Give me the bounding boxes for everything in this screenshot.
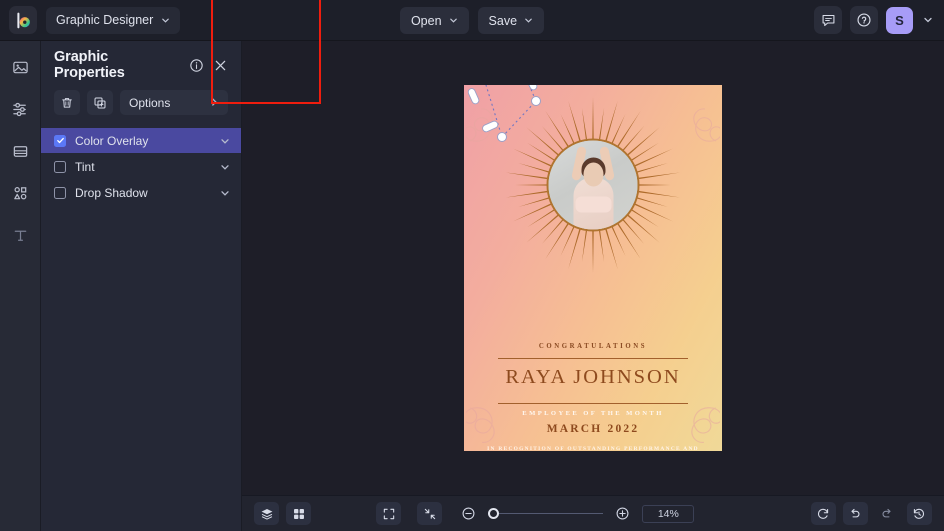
top-right-actions: S	[814, 6, 935, 34]
effects-list: Color Overlay Tint Drop Shadow	[41, 128, 241, 205]
poster-document[interactable]: CONGRATULATIONS RAYA JOHNSON EMPLOYEE OF…	[464, 85, 722, 451]
options-label: Options	[129, 95, 171, 110]
divider-bottom	[498, 403, 688, 404]
app-root: Graphic Designer Open Save S Graphic Pro…	[0, 0, 944, 531]
page-title: Graphic Properties	[54, 49, 125, 81]
fullscreen-icon[interactable]	[376, 502, 402, 525]
trash-icon[interactable]	[54, 90, 80, 115]
shapes-icon	[13, 186, 26, 199]
info-icon[interactable]	[189, 58, 204, 73]
brand-logo[interactable]	[9, 6, 37, 34]
effect-label: Drop Shadow	[75, 185, 148, 200]
open-label: Open	[410, 13, 442, 28]
panel-toolbar: Options	[41, 77, 241, 115]
avatar-menu-chevron[interactable]	[921, 15, 935, 25]
effect-label: Tint	[75, 159, 95, 174]
chevron-down-icon	[162, 18, 170, 23]
zoom-controls: 14%	[376, 502, 695, 525]
portrait-photo[interactable]	[546, 138, 640, 232]
award-note-text[interactable]: IN RECOGNITION OF OUTSTANDING PERFORMANC…	[464, 445, 722, 451]
zoom-level-value: 14%	[657, 507, 679, 520]
layout-icon	[13, 145, 27, 157]
avatar[interactable]: S	[886, 6, 913, 34]
bottom-toolbar: 14%	[242, 495, 944, 531]
app-name: Graphic Designer	[56, 13, 154, 27]
chevron-right-icon	[209, 96, 219, 110]
adjustments-icon	[12, 102, 26, 116]
undo-icon[interactable]	[842, 502, 868, 525]
zoom-slider-handle[interactable]	[488, 508, 500, 519]
checkbox-drop-shadow[interactable]	[54, 186, 66, 199]
checkbox-color-overlay[interactable]	[54, 134, 66, 147]
check-icon	[56, 137, 64, 144]
app-switcher[interactable]: Graphic Designer	[46, 6, 181, 34]
options-button[interactable]: Options	[120, 90, 228, 115]
rail-item-layout[interactable]	[6, 137, 34, 165]
duplicate-icon[interactable]	[87, 90, 113, 115]
image-icon	[12, 61, 28, 73]
top-toolbar: Graphic Designer Open Save S	[0, 0, 944, 41]
fit-to-screen-icon[interactable]	[417, 502, 443, 525]
award-date-text[interactable]: MARCH 2022	[464, 423, 722, 435]
poster-content: CONGRATULATIONS RAYA JOHNSON EMPLOYEE OF…	[464, 85, 722, 451]
congratulations-text[interactable]: CONGRATULATIONS	[464, 343, 722, 350]
rail-item-text[interactable]	[6, 221, 34, 249]
chevron-down-icon[interactable]	[220, 136, 230, 146]
canvas-viewport[interactable]: CONGRATULATIONS RAYA JOHNSON EMPLOYEE OF…	[211, 0, 944, 495]
zoom-slider-track[interactable]	[499, 512, 604, 515]
refresh-icon[interactable]	[810, 502, 836, 525]
effect-row-tint[interactable]: Tint	[41, 154, 241, 179]
zoom-slider[interactable]	[488, 508, 604, 519]
history-icon[interactable]	[906, 502, 932, 525]
checkbox-tint[interactable]	[54, 160, 66, 173]
swirl-decoration-top-left	[466, 108, 493, 142]
avatar-initial: S	[895, 12, 904, 28]
zoom-level-input[interactable]: 14%	[642, 504, 695, 523]
chevron-down-icon	[924, 17, 932, 23]
text-icon	[14, 230, 26, 241]
close-icon[interactable]	[213, 58, 228, 73]
zoom-out-icon[interactable]	[458, 503, 479, 524]
zoom-in-icon[interactable]	[612, 503, 633, 524]
effect-row-drop-shadow[interactable]: Drop Shadow	[41, 180, 241, 205]
effect-label: Color Overlay	[75, 133, 149, 148]
swirl-decoration-top-right	[693, 108, 720, 142]
open-button[interactable]: Open	[399, 7, 469, 34]
graphic-properties-panel: Graphic Properties Options Color Overlay…	[41, 41, 242, 531]
grid-icon[interactable]	[286, 502, 311, 525]
comment-icon[interactable]	[814, 6, 842, 34]
save-label: Save	[488, 13, 518, 28]
history-controls	[810, 502, 932, 525]
help-icon[interactable]	[850, 6, 878, 34]
effect-row-color-overlay[interactable]: Color Overlay	[41, 128, 241, 153]
panel-header: Graphic Properties	[41, 49, 241, 81]
chevron-down-icon[interactable]	[220, 162, 230, 172]
chevron-down-icon	[449, 18, 457, 23]
award-title-text[interactable]: EMPLOYEE OF THE MONTH	[464, 410, 722, 417]
layers-icon[interactable]	[254, 502, 279, 525]
panel-header-actions	[189, 58, 228, 73]
redo-icon[interactable]	[875, 502, 900, 525]
recipient-name-text[interactable]: RAYA JOHNSON	[464, 366, 722, 389]
chevron-down-icon	[525, 18, 532, 23]
chevron-down-icon[interactable]	[220, 188, 230, 198]
save-button[interactable]: Save	[477, 7, 545, 34]
rail-item-images[interactable]	[6, 53, 34, 81]
rail-item-shapes[interactable]	[6, 179, 34, 207]
rail-item-adjustments[interactable]	[6, 95, 34, 123]
left-rail	[0, 41, 41, 531]
canvas-area[interactable]: CONGRATULATIONS RAYA JOHNSON EMPLOYEE OF…	[211, 0, 944, 531]
workspace: Graphic Properties Options Color Overlay…	[0, 0, 944, 531]
divider-top	[498, 358, 688, 359]
